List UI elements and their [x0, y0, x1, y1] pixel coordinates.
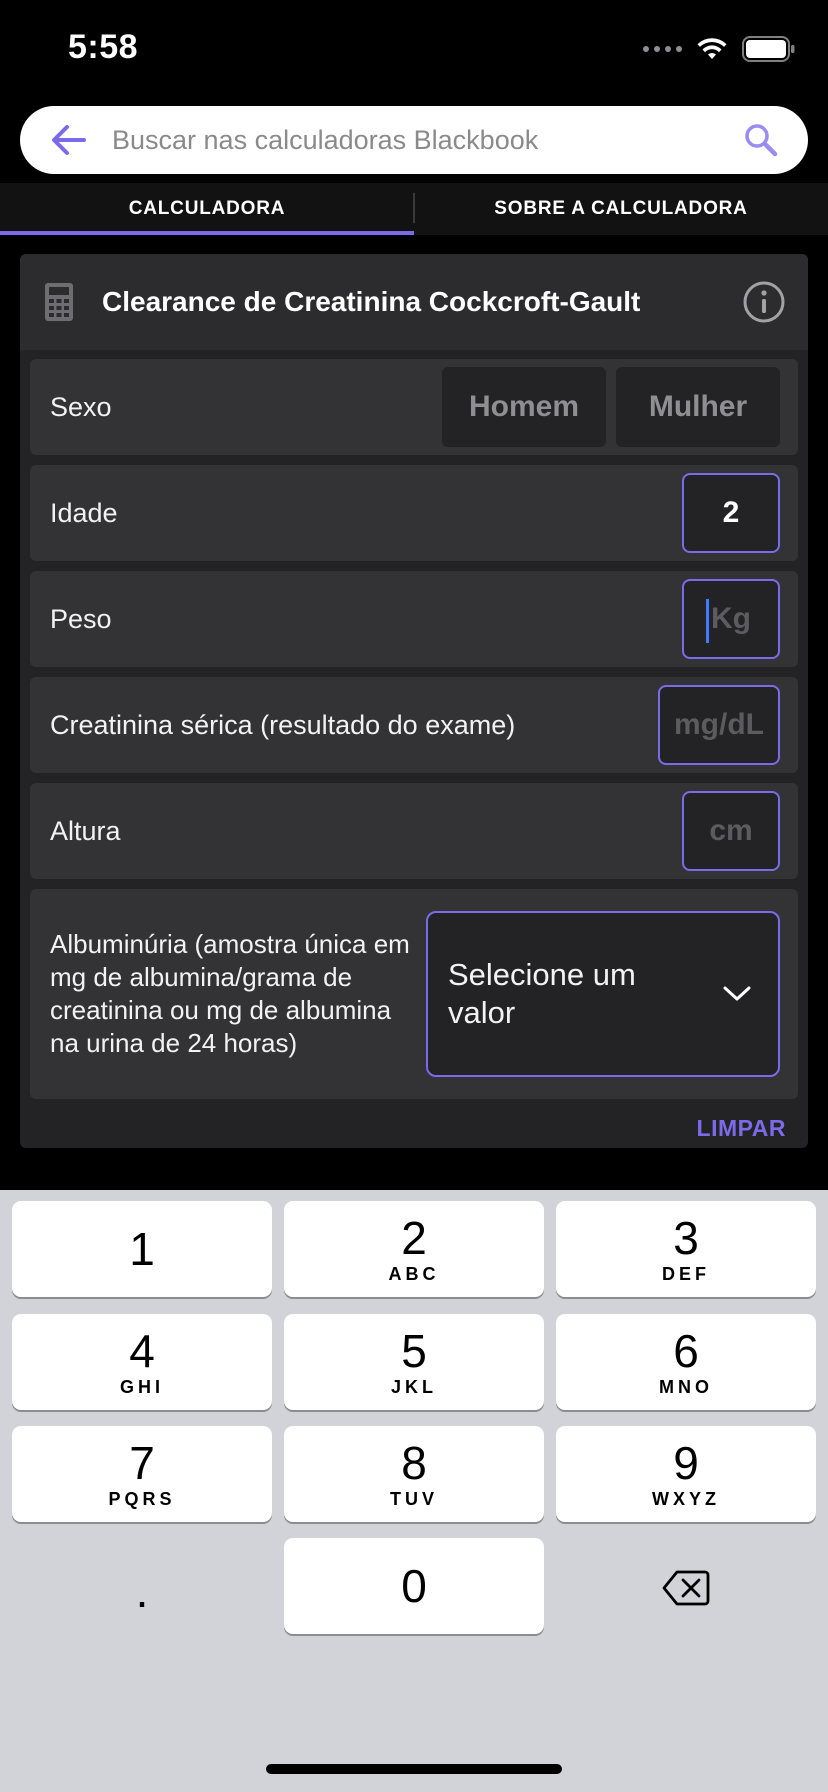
tab-bar: CALCULADORA SOBRE A CALCULADORA	[0, 183, 828, 235]
search-icon	[745, 124, 778, 157]
cellular-signal-icon	[643, 46, 682, 52]
key-decimal[interactable]: .	[12, 1538, 272, 1644]
key-1[interactable]: 1	[12, 1201, 272, 1297]
back-button[interactable]	[44, 115, 94, 165]
calculator-title: Clearance de Creatinina Cockcroft-Gault	[102, 286, 641, 317]
key-3-digit: 3	[673, 1211, 699, 1264]
sex-label: Sexo	[50, 391, 112, 422]
key-7[interactable]: 7 PQRS	[12, 1426, 272, 1522]
key-6-letters: MNO	[659, 1376, 713, 1397]
battery-icon	[742, 36, 795, 62]
key-4-digit: 4	[129, 1324, 155, 1377]
key-4[interactable]: 4 GHI	[12, 1314, 272, 1410]
clear-button[interactable]: LIMPAR	[697, 1115, 786, 1142]
height-label: Altura	[50, 815, 121, 846]
key-8-letters: TUV	[390, 1488, 438, 1509]
search-input[interactable]	[112, 124, 736, 156]
chevron-down-icon	[723, 986, 751, 1001]
key-9-digit: 9	[673, 1436, 699, 1489]
sex-segmented-control: Homem Mulher	[442, 367, 780, 447]
height-input[interactable]: cm	[682, 791, 780, 871]
weight-row: Peso Kg	[30, 571, 798, 667]
sex-row: Sexo Homem Mulher	[30, 359, 798, 455]
key-5[interactable]: 5 JKL	[284, 1314, 544, 1410]
key-2-letters: ABC	[388, 1263, 440, 1284]
key-0-digit: 0	[401, 1560, 427, 1612]
tab-calculadora[interactable]: CALCULADORA	[0, 183, 414, 235]
key-4-letters: GHI	[119, 1376, 164, 1397]
key-6-digit: 6	[673, 1324, 699, 1377]
wifi-icon	[697, 38, 727, 59]
status-time: 5:58	[68, 28, 139, 66]
key-2[interactable]: 2 ABC	[284, 1201, 544, 1297]
key-5-digit: 5	[401, 1324, 427, 1377]
tab-sobre-a-calculadora[interactable]: SOBRE A CALCULADORA	[414, 183, 828, 235]
key-0[interactable]: 0	[284, 1538, 544, 1634]
albuminuria-label: Albuminúria (amostra única em mg de albu…	[50, 929, 410, 1058]
key-3[interactable]: 3 DEF	[556, 1201, 816, 1297]
search-bar	[20, 106, 808, 174]
albuminuria-select[interactable]: Selecione um valor	[426, 911, 780, 1077]
key-2-digit: 2	[401, 1211, 427, 1264]
status-bar: 5:58	[0, 0, 828, 100]
age-row: Idade 2	[30, 465, 798, 561]
key-8[interactable]: 8 TUV	[284, 1426, 544, 1522]
status-icons	[643, 36, 796, 62]
arrow-left-icon	[52, 125, 86, 155]
age-input[interactable]: 2	[682, 473, 780, 553]
weight-label: Peso	[50, 603, 112, 634]
backspace-icon	[662, 1570, 710, 1606]
key-3-letters: DEF	[662, 1263, 710, 1284]
key-8-digit: 8	[401, 1436, 427, 1489]
creatinine-input[interactable]: mg/dL	[658, 685, 780, 765]
height-row: Altura cm	[30, 783, 798, 879]
albuminuria-row: Albuminúria (amostra única em mg de albu…	[30, 889, 798, 1099]
info-icon[interactable]	[742, 280, 786, 324]
creatinine-row: Creatinina sérica (resultado do exame) m…	[30, 677, 798, 773]
numeric-keyboard: 1 2 ABC 3 DEF 4 GHI 5 JKL 6 MNO 7 PQRS 8…	[0, 1190, 828, 1792]
key-7-letters: PQRS	[108, 1488, 176, 1509]
key-5-letters: JKL	[390, 1376, 437, 1397]
home-indicator[interactable]	[266, 1764, 562, 1774]
age-label: Idade	[50, 497, 118, 528]
sex-option-homem[interactable]: Homem	[442, 367, 606, 447]
creatinine-label: Creatinina sérica (resultado do exame)	[50, 709, 516, 740]
calculator-header: Clearance de Creatinina Cockcroft-Gault	[20, 254, 808, 350]
text-cursor	[706, 599, 709, 643]
key-7-digit: 7	[129, 1436, 155, 1489]
key-decimal-digit: .	[135, 1565, 149, 1617]
calculator-icon	[45, 283, 73, 321]
key-9[interactable]: 9 WXYZ	[556, 1426, 816, 1522]
key-6[interactable]: 6 MNO	[556, 1314, 816, 1410]
albuminuria-select-value: Selecione um valor	[448, 957, 636, 1030]
backspace-key[interactable]	[556, 1538, 816, 1638]
search-button[interactable]	[736, 115, 786, 165]
weight-placeholder: Kg	[711, 602, 751, 635]
weight-input[interactable]: Kg	[682, 579, 780, 659]
key-9-letters: WXYZ	[652, 1488, 720, 1509]
key-1-digit: 1	[129, 1223, 155, 1275]
sex-option-mulher[interactable]: Mulher	[616, 367, 780, 447]
calculator-card: Clearance de Creatinina Cockcroft-Gault …	[20, 254, 808, 1148]
